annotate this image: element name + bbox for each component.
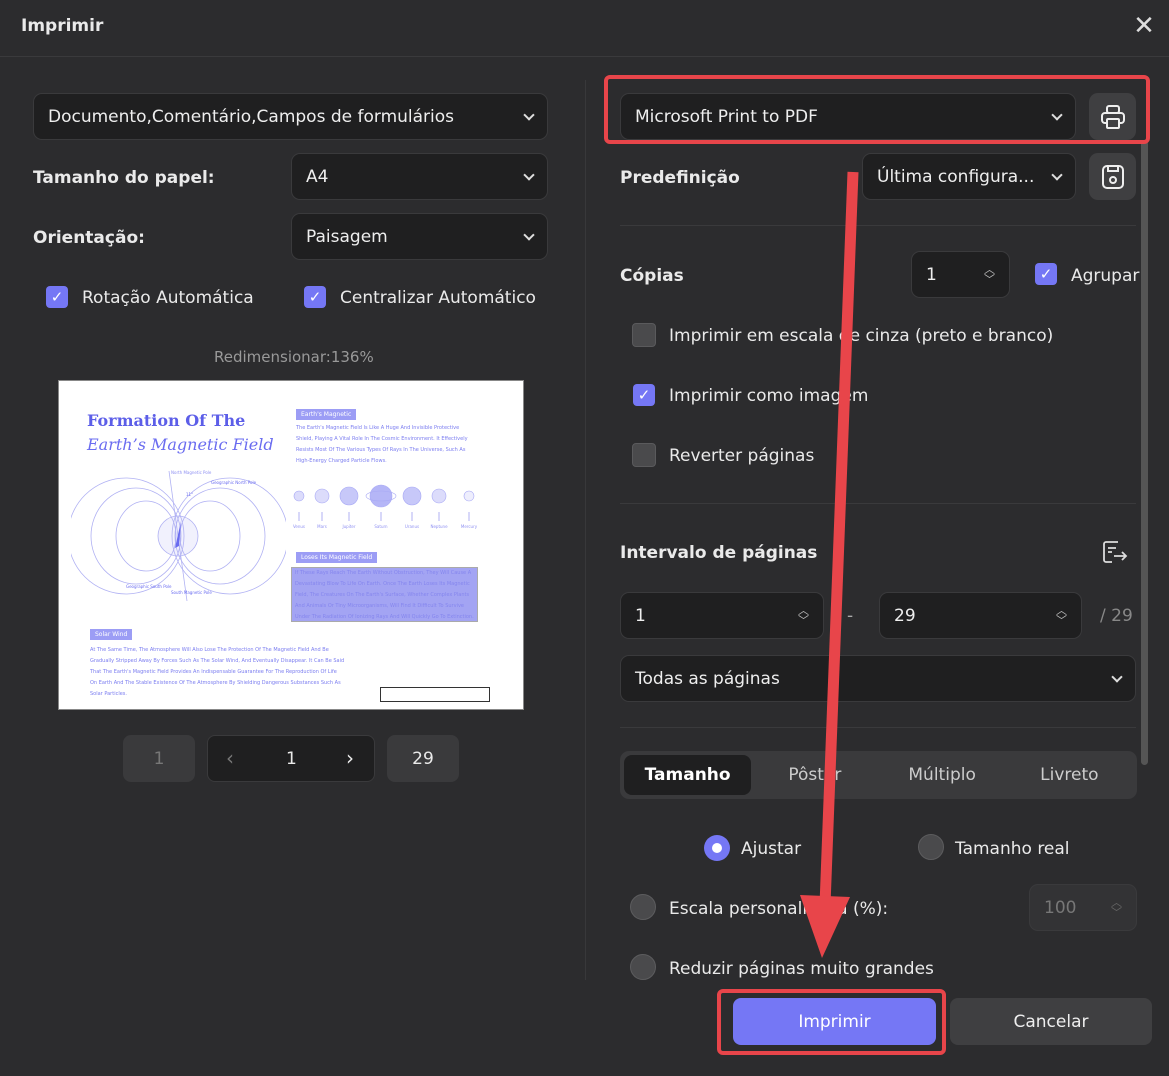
annotation-arrow <box>800 171 859 958</box>
